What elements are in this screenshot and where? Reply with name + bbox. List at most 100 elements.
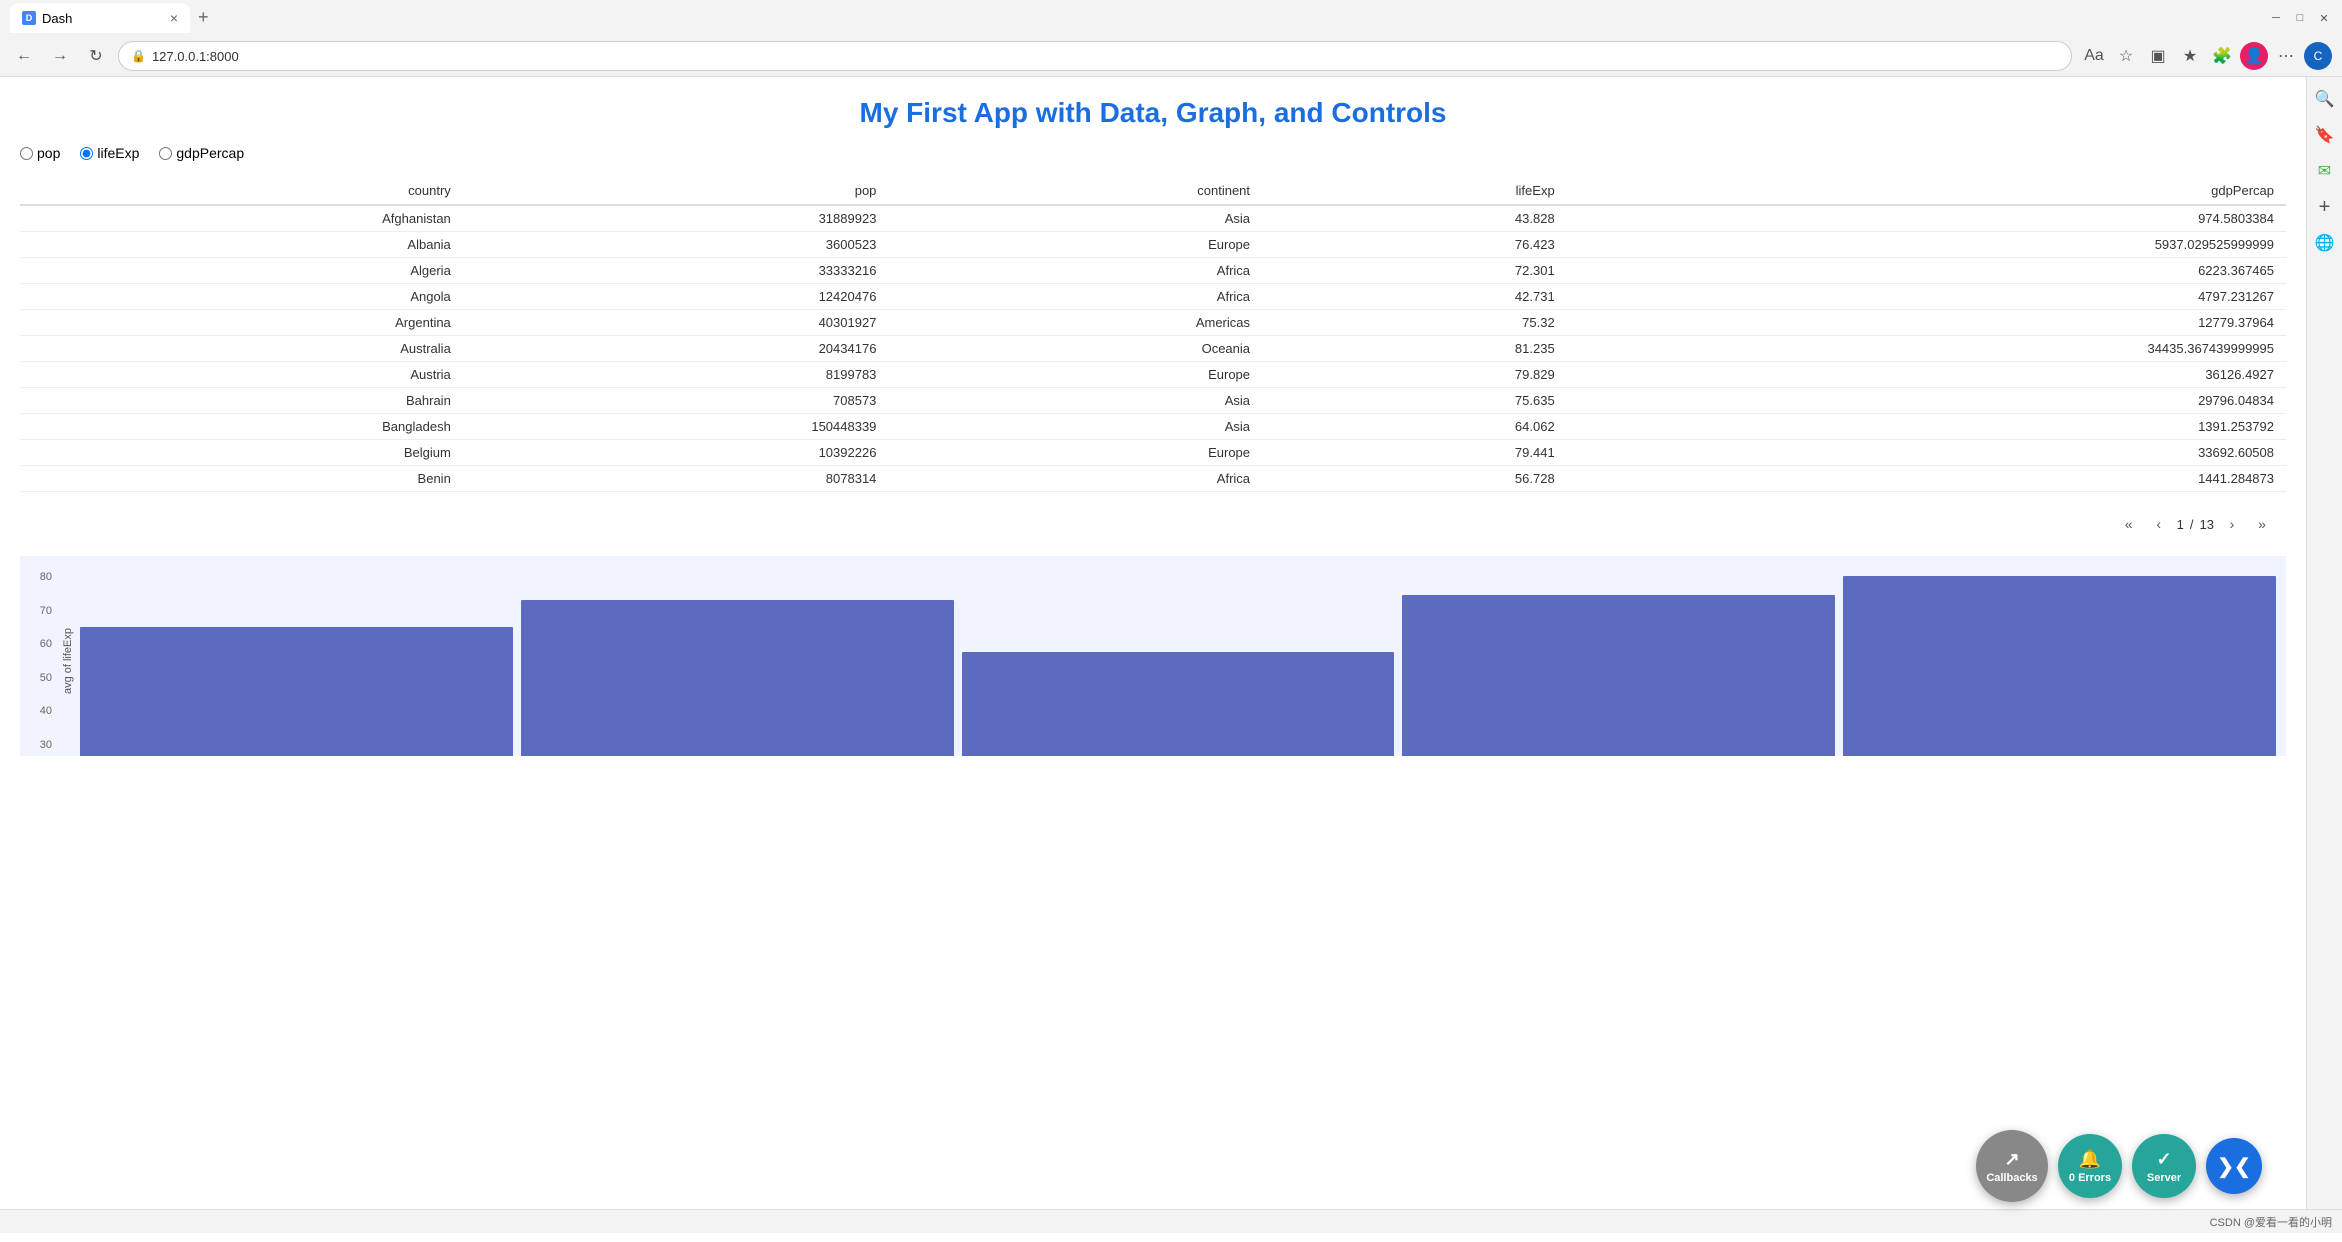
next-page-button[interactable]: › (2220, 512, 2244, 536)
url-bar[interactable]: 🔒 127.0.0.1:8000 (118, 41, 2072, 71)
table-row: Bahrain708573Asia75.63529796.04834 (20, 388, 2286, 414)
prev-page-button[interactable]: ‹ (2147, 512, 2171, 536)
cell-lifeExp: 75.635 (1262, 388, 1567, 414)
cell-pop: 708573 (463, 388, 889, 414)
minimize-button[interactable]: ─ (2268, 10, 2284, 26)
table-row: Afghanistan31889923Asia43.828974.5803384 (20, 205, 2286, 232)
nav-icon: ❯❮ (2217, 1154, 2251, 1179)
cell-country: Australia (20, 336, 463, 362)
status-bar: CSDN @爱看一看的小明 (0, 1209, 2342, 1233)
y-axis-label-container: avg of lifeExp (60, 566, 76, 756)
data-table: country pop continent lifeExp gdpPercap … (20, 177, 2286, 492)
y-axis-label: avg of lifeExp (62, 628, 74, 694)
cell-gdpPercap: 12779.37964 (1567, 310, 2286, 336)
maximize-button[interactable]: □ (2292, 10, 2308, 26)
radio-gdppercap[interactable]: gdpPercap (159, 145, 244, 161)
address-bar: ← → ↻ 🔒 127.0.0.1:8000 Aa ☆ ▣ ★ 🧩 👤 ⋯ C (0, 36, 2342, 76)
chart-container: 80 70 60 50 40 30 avg of lifeExp (20, 556, 2286, 756)
nav-fab[interactable]: ❯❮ (2206, 1138, 2262, 1194)
radio-lifeexp-input[interactable] (80, 147, 93, 160)
collections-icon[interactable]: ★ (2176, 42, 2204, 70)
title-bar: D Dash × + ─ □ ✕ (0, 0, 2342, 36)
email-sidebar-icon[interactable]: ✉ (2311, 157, 2339, 185)
cell-country: Argentina (20, 310, 463, 336)
cell-pop: 12420476 (463, 284, 889, 310)
cell-gdpPercap: 1391.253792 (1567, 414, 2286, 440)
window-controls: ─ □ ✕ (2268, 10, 2332, 26)
cell-pop: 31889923 (463, 205, 889, 232)
cell-lifeExp: 56.728 (1262, 466, 1567, 492)
col-lifeexp: lifeExp (1262, 177, 1567, 205)
profile-icon[interactable]: 👤 (2240, 42, 2268, 70)
server-label: Server (2147, 1172, 2181, 1184)
cell-continent: Americas (888, 310, 1262, 336)
cell-pop: 40301927 (463, 310, 889, 336)
cell-continent: Oceania (888, 336, 1262, 362)
radio-pop-input[interactable] (20, 147, 33, 160)
cell-pop: 3600523 (463, 232, 889, 258)
cell-country: Afghanistan (20, 205, 463, 232)
cell-continent: Africa (888, 466, 1262, 492)
back-button[interactable]: ← (10, 42, 38, 70)
cell-country: Algeria (20, 258, 463, 284)
cell-continent: Asia (888, 205, 1262, 232)
extensions-icon[interactable]: 🧩 (2208, 42, 2236, 70)
pagination: « ‹ 1 / 13 › » (20, 502, 2286, 546)
table-row: Albania3600523Europe76.4235937.029525999… (20, 232, 2286, 258)
collections-sidebar-icon[interactable]: 🔖 (2311, 121, 2339, 149)
tab-title: Dash (42, 11, 72, 26)
cell-lifeExp: 72.301 (1262, 258, 1567, 284)
reader-view-icon[interactable]: Aa (2080, 42, 2108, 70)
callbacks-label: Callbacks (1986, 1172, 2037, 1184)
url-text: 127.0.0.1:8000 (152, 49, 239, 64)
cell-continent: Africa (888, 284, 1262, 310)
cell-gdpPercap: 6223.367465 (1567, 258, 2286, 284)
security-icon: 🔒 (131, 49, 146, 63)
refresh-button[interactable]: ↻ (82, 42, 110, 70)
page-separator: / (2190, 517, 2194, 532)
header-row: country pop continent lifeExp gdpPercap (20, 177, 2286, 205)
server-fab[interactable]: ✓ Server (2132, 1134, 2196, 1198)
check-icon: ✓ (2156, 1149, 2171, 1170)
callbacks-fab[interactable]: ↗ Callbacks (1976, 1130, 2048, 1202)
tab-close-button[interactable]: × (170, 10, 178, 26)
first-page-button[interactable]: « (2117, 512, 2141, 536)
cell-pop: 10392226 (463, 440, 889, 466)
close-window-button[interactable]: ✕ (2316, 10, 2332, 26)
forward-button[interactable]: → (46, 42, 74, 70)
current-page: 1 (2177, 517, 2184, 532)
plus-sidebar-icon[interactable]: + (2311, 193, 2339, 221)
globe-sidebar-icon[interactable]: 🌐 (2311, 229, 2339, 257)
y-tick-30: 30 (30, 739, 52, 751)
cell-country: Benin (20, 466, 463, 492)
radio-pop[interactable]: pop (20, 145, 60, 161)
chart-bar (80, 627, 513, 756)
search-sidebar-icon[interactable]: 🔍 (2311, 85, 2339, 113)
split-view-icon[interactable]: ▣ (2144, 42, 2172, 70)
last-page-button[interactable]: » (2250, 512, 2274, 536)
total-pages: 13 (2200, 517, 2214, 532)
cell-pop: 33333216 (463, 258, 889, 284)
copilot-button[interactable]: C (2304, 42, 2332, 70)
col-pop: pop (463, 177, 889, 205)
menu-button[interactable]: ⋯ (2272, 42, 2300, 70)
favorites-icon[interactable]: ☆ (2112, 42, 2140, 70)
browser-tab[interactable]: D Dash × (10, 3, 190, 33)
callbacks-icon: ↗ (2004, 1149, 2019, 1170)
cell-pop: 8199783 (463, 362, 889, 388)
content-area: My First App with Data, Graph, and Contr… (0, 77, 2342, 1209)
cell-gdpPercap: 1441.284873 (1567, 466, 2286, 492)
table-header: country pop continent lifeExp gdpPercap (20, 177, 2286, 205)
radio-gdppercap-input[interactable] (159, 147, 172, 160)
cell-lifeExp: 75.32 (1262, 310, 1567, 336)
browser-chrome: D Dash × + ─ □ ✕ ← → ↻ 🔒 127.0.0.1:8000 … (0, 0, 2342, 77)
y-tick-70: 70 (30, 605, 52, 617)
radio-lifeexp[interactable]: lifeExp (80, 145, 139, 161)
cell-lifeExp: 42.731 (1262, 284, 1567, 310)
y-tick-50: 50 (30, 672, 52, 684)
cell-country: Albania (20, 232, 463, 258)
errors-fab[interactable]: 🔔 0 Errors (2058, 1134, 2122, 1198)
new-tab-button[interactable]: + (190, 7, 217, 28)
chart-bar (521, 600, 954, 756)
table-row: Benin8078314Africa56.7281441.284873 (20, 466, 2286, 492)
